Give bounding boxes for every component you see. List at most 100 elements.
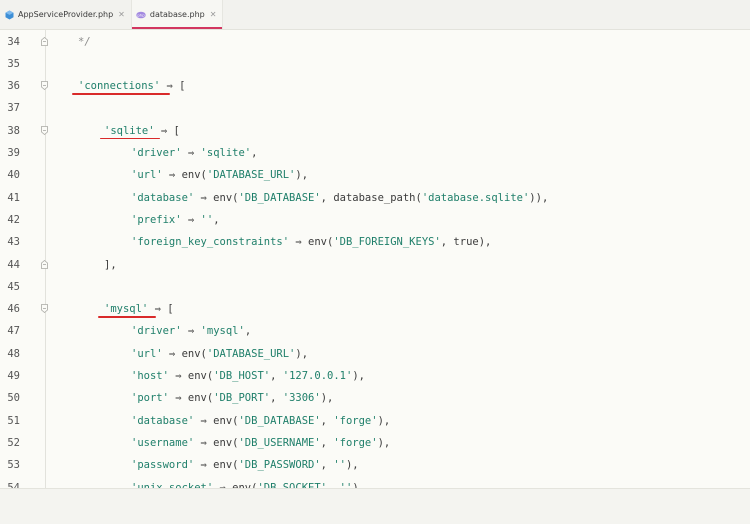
string-token: 'database' <box>131 414 195 427</box>
fold-marker-icon[interactable] <box>41 125 48 135</box>
php-config-icon: php <box>136 10 146 20</box>
line-number: 53 <box>7 459 20 472</box>
code-line[interactable]: 54 'unix_socket' ⇒ env('DB_SOCKET', ''), <box>0 477 750 489</box>
tab-label: AppServiceProvider.php <box>18 10 114 19</box>
line-number: 45 <box>7 280 20 293</box>
code-token: , <box>270 392 283 405</box>
string-token: 'mysql' <box>200 325 245 338</box>
string-token: 'driver' <box>131 325 182 338</box>
code-line[interactable]: 45 <box>0 276 750 298</box>
fold-marker-icon[interactable] <box>41 81 48 91</box>
code-token: , database_path( <box>320 191 422 204</box>
string-token: 'foreign_key_constraints' <box>131 236 290 249</box>
code-line[interactable]: 43 'foreign_key_constraints' ⇒ env('DB_FO… <box>0 231 750 253</box>
code-token: ⇒ env( <box>168 370 214 382</box>
code-token: ), <box>352 370 365 382</box>
code-line[interactable]: 53 'password' ⇒ env('DB_PASSWORD', ''), <box>0 454 750 476</box>
code-text: 'url' ⇒ env('DATABASE_URL'), <box>131 343 308 365</box>
code-token: ⇒ [ <box>148 303 174 316</box>
code-text: ], <box>104 254 117 276</box>
code-token: ⇒ env( <box>194 459 239 472</box>
string-token: 'forge' <box>333 436 378 449</box>
string-token: 'driver' <box>131 147 182 159</box>
fold-marker-icon[interactable] <box>41 304 48 314</box>
code-token: , <box>251 147 258 159</box>
string-token: '' <box>200 213 214 226</box>
code-text: 'database' ⇒ env('DB_DATABASE', 'forge')… <box>131 410 390 432</box>
line-number: 51 <box>7 414 20 427</box>
string-token: 'password' <box>131 459 195 472</box>
line-number: 54 <box>7 481 20 489</box>
code-line[interactable]: 41 'database' ⇒ env('DB_DATABASE', databa… <box>0 187 750 209</box>
string-token: 'DB_DATABASE' <box>238 414 321 427</box>
code-text: */ <box>78 31 91 53</box>
code-token: ⇒ env( <box>194 191 239 204</box>
code-token: ⇒ env( <box>194 436 239 449</box>
tab-database[interactable]: php database.php ✕ <box>131 0 224 29</box>
string-token: 'connections' <box>78 80 161 93</box>
code-token: ), <box>377 436 391 449</box>
code-text: 'driver' ⇒ 'sqlite', <box>131 142 257 164</box>
string-token: 'url' <box>131 347 163 360</box>
line-number: 43 <box>7 236 20 249</box>
code-token: ⇒ <box>181 147 201 159</box>
string-token: 'DB_PASSWORD' <box>238 459 321 472</box>
code-token: ), <box>377 414 391 427</box>
string-token: '3306' <box>282 392 321 405</box>
code-line[interactable]: 40 'url' ⇒ env('DATABASE_URL'), <box>0 164 750 186</box>
string-token: 'sqlite' <box>200 147 252 159</box>
string-token: 'DB_USERNAME' <box>238 436 321 449</box>
code-line[interactable]: 39 'driver' ⇒ 'sqlite', <box>0 142 750 164</box>
code-token: ), <box>295 347 309 360</box>
code-line[interactable]: 46 'mysql' ⇒ [ <box>0 298 750 320</box>
string-token: 'database' <box>131 191 195 204</box>
line-number: 34 <box>7 35 20 48</box>
red-underline-annotation <box>72 93 170 95</box>
code-line[interactable]: 38 'sqlite' ⇒ [ <box>0 120 750 142</box>
code-line[interactable]: 36 'connections' ⇒ [ <box>0 75 750 97</box>
code-editor[interactable]: 34 */ 35 36 'connections' ⇒ [ 37 38 'sqlite' ⇒ … <box>0 30 750 488</box>
code-token: , <box>270 370 283 382</box>
code-token: ⇒ <box>181 213 201 226</box>
string-token: 'DATABASE_URL' <box>206 347 296 360</box>
code-line[interactable]: 51 'database' ⇒ env('DB_DATABASE', 'forge… <box>0 410 750 432</box>
code-line[interactable]: 35 <box>0 53 750 75</box>
string-token: 'sqlite' <box>104 124 155 137</box>
fold-marker-icon[interactable] <box>41 36 48 46</box>
code-token: ⇒ [ <box>160 80 186 93</box>
string-token: '127.0.0.1' <box>282 370 353 382</box>
php-class-icon <box>4 10 14 20</box>
code-token: ⇒ [ <box>154 124 180 137</box>
string-token: 'username' <box>131 436 195 449</box>
close-icon[interactable]: ✕ <box>118 10 125 19</box>
fold-marker-icon[interactable] <box>41 259 48 269</box>
code-token: , <box>244 325 252 338</box>
editor-tab-bar: AppServiceProvider.php ✕ php database.ph… <box>0 0 750 30</box>
code-line[interactable]: 44], <box>0 254 750 276</box>
tab-label: database.php <box>149 10 205 19</box>
line-number: 46 <box>7 303 20 316</box>
line-number: 52 <box>7 436 20 449</box>
code-token: ⇒ <box>181 325 201 338</box>
code-token: )), <box>529 191 549 204</box>
code-line[interactable]: 42 'prefix' ⇒ '', <box>0 209 750 231</box>
string-token: 'DB_HOST' <box>213 370 271 382</box>
line-number: 36 <box>7 80 20 93</box>
code-line[interactable]: 34 */ <box>0 31 750 53</box>
code-token: ⇒ env( <box>162 347 207 360</box>
string-token: '' <box>333 459 346 472</box>
close-icon[interactable]: ✕ <box>210 10 217 19</box>
code-line[interactable]: 37 <box>0 97 750 119</box>
code-line[interactable]: 50 'port' ⇒ env('DB_PORT', '3306'), <box>0 387 750 409</box>
code-line[interactable]: 48 'url' ⇒ env('DATABASE_URL'), <box>0 343 750 365</box>
line-number: 50 <box>7 392 20 405</box>
code-token: , true), <box>440 236 492 249</box>
code-line[interactable]: 47 'driver' ⇒ 'mysql', <box>0 320 750 342</box>
red-underline-annotation <box>98 316 156 318</box>
tab-app-service-provider[interactable]: AppServiceProvider.php ✕ <box>0 0 132 29</box>
line-number: 49 <box>7 370 20 382</box>
code-token: ⇒ env( <box>162 169 207 182</box>
code-line[interactable]: 49 'host' ⇒ env('DB_HOST', '127.0.0.1'), <box>0 365 750 387</box>
line-number: 42 <box>7 213 20 226</box>
code-line[interactable]: 52 'username' ⇒ env('DB_USERNAME', 'forge… <box>0 432 750 454</box>
